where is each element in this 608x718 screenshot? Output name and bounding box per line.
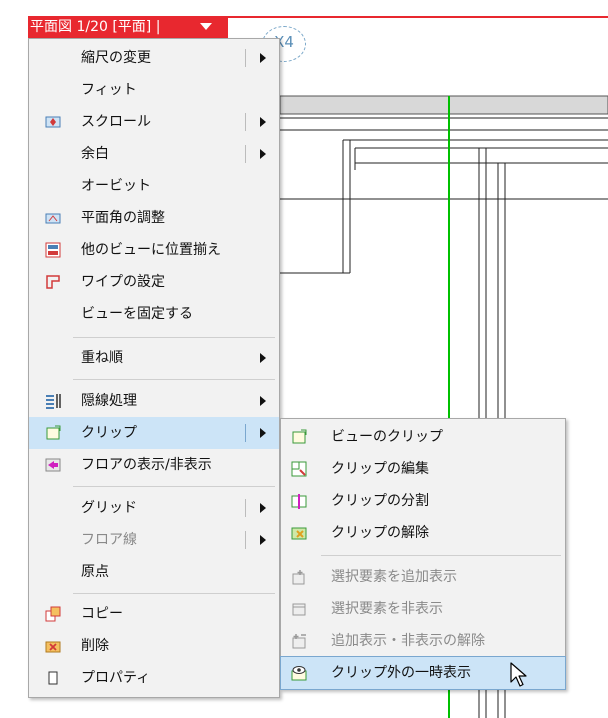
menu-separator xyxy=(73,337,275,338)
submenu-item-hide-selected: 選択要素を非表示 xyxy=(281,593,565,625)
menu-separator xyxy=(73,379,275,380)
menu-item-origin[interactable]: 原点 xyxy=(29,556,279,588)
menu-item-stack-order[interactable]: 重ね順 xyxy=(29,342,279,374)
menu-item-lock-view[interactable]: ビューを固定する xyxy=(29,298,279,330)
submenu-item-clip-edit[interactable]: クリップの編集 xyxy=(281,453,565,485)
menu-item-margin[interactable]: 余白 xyxy=(29,138,279,170)
scroll-icon xyxy=(45,116,61,128)
menu-item-plane-angle[interactable]: 平面角の調整 xyxy=(29,202,279,234)
menu-item-scale-change[interactable]: 縮尺の変更 xyxy=(29,42,279,74)
reset-display-icon xyxy=(292,634,306,649)
menu-item-fit[interactable]: フィット xyxy=(29,74,279,106)
clip-edit-icon xyxy=(291,461,307,477)
submenu-item-add-display: 選択要素を追加表示 xyxy=(281,561,565,593)
view-clip-icon xyxy=(292,429,307,444)
menu-item-grid[interactable]: グリッド xyxy=(29,492,279,524)
submenu-item-view-clip[interactable]: ビューのクリップ xyxy=(281,421,565,453)
submenu-arrow-icon xyxy=(260,353,266,363)
align-view-icon xyxy=(45,242,61,258)
menu-item-align-view[interactable]: 他のビューに位置揃え xyxy=(29,234,279,266)
menu-item-floor-visibility[interactable]: フロアの表示/非表示 xyxy=(29,449,279,481)
submenu-item-clip-split[interactable]: クリップの分割 xyxy=(281,485,565,517)
view-title: 平面図 1/20 [平面] | xyxy=(30,19,161,35)
delete-icon xyxy=(45,641,61,653)
submenu-arrow-icon xyxy=(260,117,266,127)
submenu-arrow-icon xyxy=(260,535,266,545)
plane-angle-icon xyxy=(45,213,61,224)
context-menu: 縮尺の変更 フィット スクロール 余白 オービット 平面角の調整 他のビューに位… xyxy=(28,38,280,698)
menu-item-hidden-line[interactable]: 隠線処理 xyxy=(29,385,279,417)
hide-selected-icon xyxy=(292,603,306,616)
clip-split-icon xyxy=(291,494,307,509)
add-display-icon xyxy=(292,570,305,585)
menu-item-orbit[interactable]: オービット xyxy=(29,170,279,202)
view-border-line xyxy=(228,16,608,18)
clip-release-icon xyxy=(291,527,307,540)
menu-separator xyxy=(73,486,275,487)
submenu-arrow-icon xyxy=(260,149,266,159)
submenu-item-clip-release[interactable]: クリップの解除 xyxy=(281,517,565,549)
menu-item-properties[interactable]: プロパティ xyxy=(29,662,279,694)
temp-display-icon xyxy=(291,666,307,681)
menu-separator xyxy=(321,555,561,556)
clip-submenu: ビューのクリップ クリップの編集 クリップの分割 クリップの解除 選択要素を追加… xyxy=(280,418,566,690)
view-title-tab[interactable]: 平面図 1/20 [平面] | xyxy=(28,16,228,38)
dropdown-arrow-icon[interactable] xyxy=(200,23,212,30)
menu-item-clip[interactable]: クリップ xyxy=(29,417,279,449)
submenu-item-reset-display: 追加表示・非表示の解除 xyxy=(281,625,565,657)
wipe-icon xyxy=(46,275,60,289)
floor-visibility-icon xyxy=(45,458,61,472)
menu-item-floor-line: フロア線 xyxy=(29,524,279,556)
submenu-arrow-icon xyxy=(260,53,266,63)
menu-separator xyxy=(73,593,275,594)
submenu-arrow-icon xyxy=(260,396,266,406)
copy-icon xyxy=(45,606,61,622)
hidden-line-icon xyxy=(46,394,61,409)
clip-icon xyxy=(46,425,61,440)
menu-item-wipe-settings[interactable]: ワイプの設定 xyxy=(29,266,279,298)
menu-item-scroll[interactable]: スクロール xyxy=(29,106,279,138)
submenu-arrow-icon xyxy=(260,503,266,513)
submenu-arrow-icon xyxy=(260,428,266,438)
properties-icon xyxy=(48,671,58,685)
mouse-cursor-icon xyxy=(510,662,527,687)
menu-item-delete[interactable]: 削除 xyxy=(29,630,279,662)
menu-item-copy[interactable]: コピー xyxy=(29,598,279,630)
